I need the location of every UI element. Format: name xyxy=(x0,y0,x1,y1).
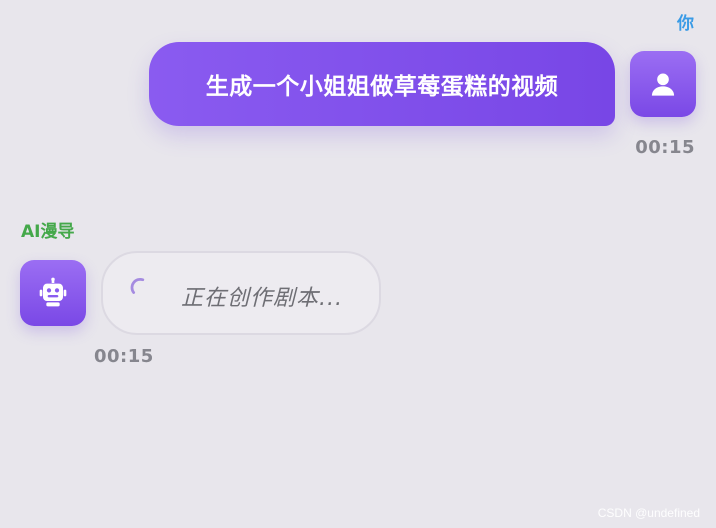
ai-status-text: 正在创作剧本... xyxy=(181,286,343,311)
user-message-bubble: 生成一个小姐姐做草莓蛋糕的视频 xyxy=(149,42,615,126)
ai-message-time: 00:15 xyxy=(94,346,154,367)
ai-message-bubble: 正在创作剧本... xyxy=(101,251,381,335)
ai-avatar xyxy=(20,260,86,326)
user-message-time: 00:15 xyxy=(635,137,695,158)
user-avatar xyxy=(630,51,696,117)
robot-icon xyxy=(39,277,67,307)
loading-spinner-icon xyxy=(130,277,145,294)
ai-sender-name: AI漫导 xyxy=(21,222,75,242)
user-sender-name: 你 xyxy=(677,14,694,34)
user-icon xyxy=(651,73,675,96)
watermark: CSDN @undefined xyxy=(597,506,700,520)
user-message-text: 生成一个小姐姐做草莓蛋糕的视频 xyxy=(205,74,559,100)
